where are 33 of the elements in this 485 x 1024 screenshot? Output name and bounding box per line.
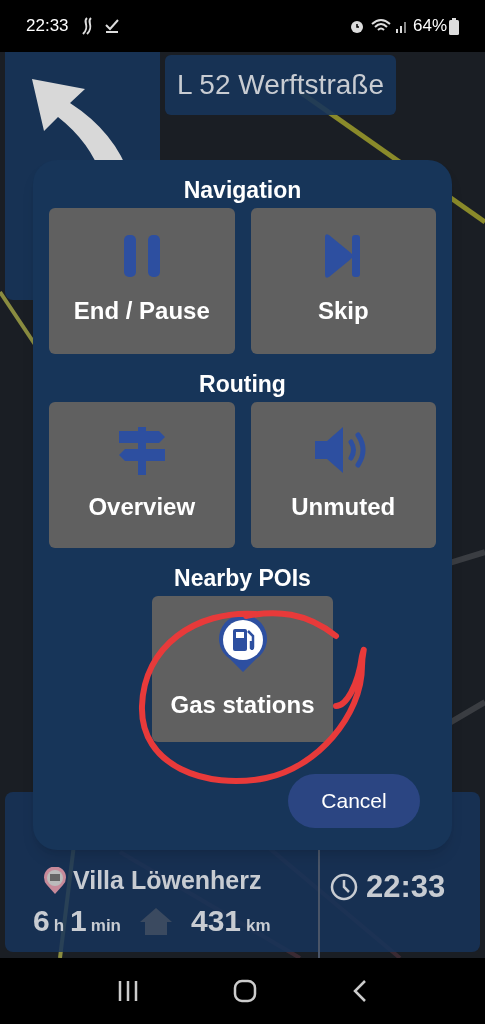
- minutes-unit: min: [90, 915, 121, 937]
- recent-apps-icon[interactable]: [117, 980, 140, 1002]
- hours-unit: h: [53, 915, 65, 937]
- signpost-icon: [116, 425, 167, 475]
- home-button-icon[interactable]: [233, 979, 258, 1003]
- fuel-pin-icon: [217, 615, 268, 673]
- battery-icon: [449, 17, 459, 35]
- cancel-button[interactable]: Cancel: [288, 774, 420, 828]
- status-time: 22:33: [26, 15, 69, 38]
- distance-unit: km: [246, 915, 271, 937]
- duration-hours: 6: [33, 903, 50, 939]
- distance-value: 431: [191, 903, 242, 939]
- duration-minutes: 1: [70, 903, 87, 939]
- destination-name: Villa Löwenherz: [73, 865, 262, 896]
- arrival-time: 22:33: [366, 868, 446, 906]
- pause-icon: [121, 233, 162, 279]
- street-name-banner: L 52 Werftstraße: [165, 55, 396, 115]
- menu-button[interactable]: End / Pause: [49, 208, 235, 354]
- section-title: Nearby POIs: [173, 564, 312, 593]
- home-icon: [139, 905, 173, 936]
- signal-icon: [394, 19, 409, 33]
- back-icon[interactable]: [351, 979, 368, 1003]
- battery-percent: 64%: [412, 15, 447, 38]
- menu-button[interactable]: Overview: [49, 402, 235, 548]
- check-icon: [104, 19, 119, 33]
- clock-icon: [330, 873, 358, 902]
- menu-button[interactable]: Skip: [250, 208, 436, 354]
- section-title: Navigation: [182, 176, 303, 205]
- menu-button[interactable]: Unmuted: [250, 402, 436, 548]
- flag-pin-icon: [43, 866, 67, 895]
- menu-button[interactable]: Gas stations: [152, 596, 333, 742]
- alarm-icon: [348, 18, 365, 34]
- section-title: Routing: [198, 370, 287, 399]
